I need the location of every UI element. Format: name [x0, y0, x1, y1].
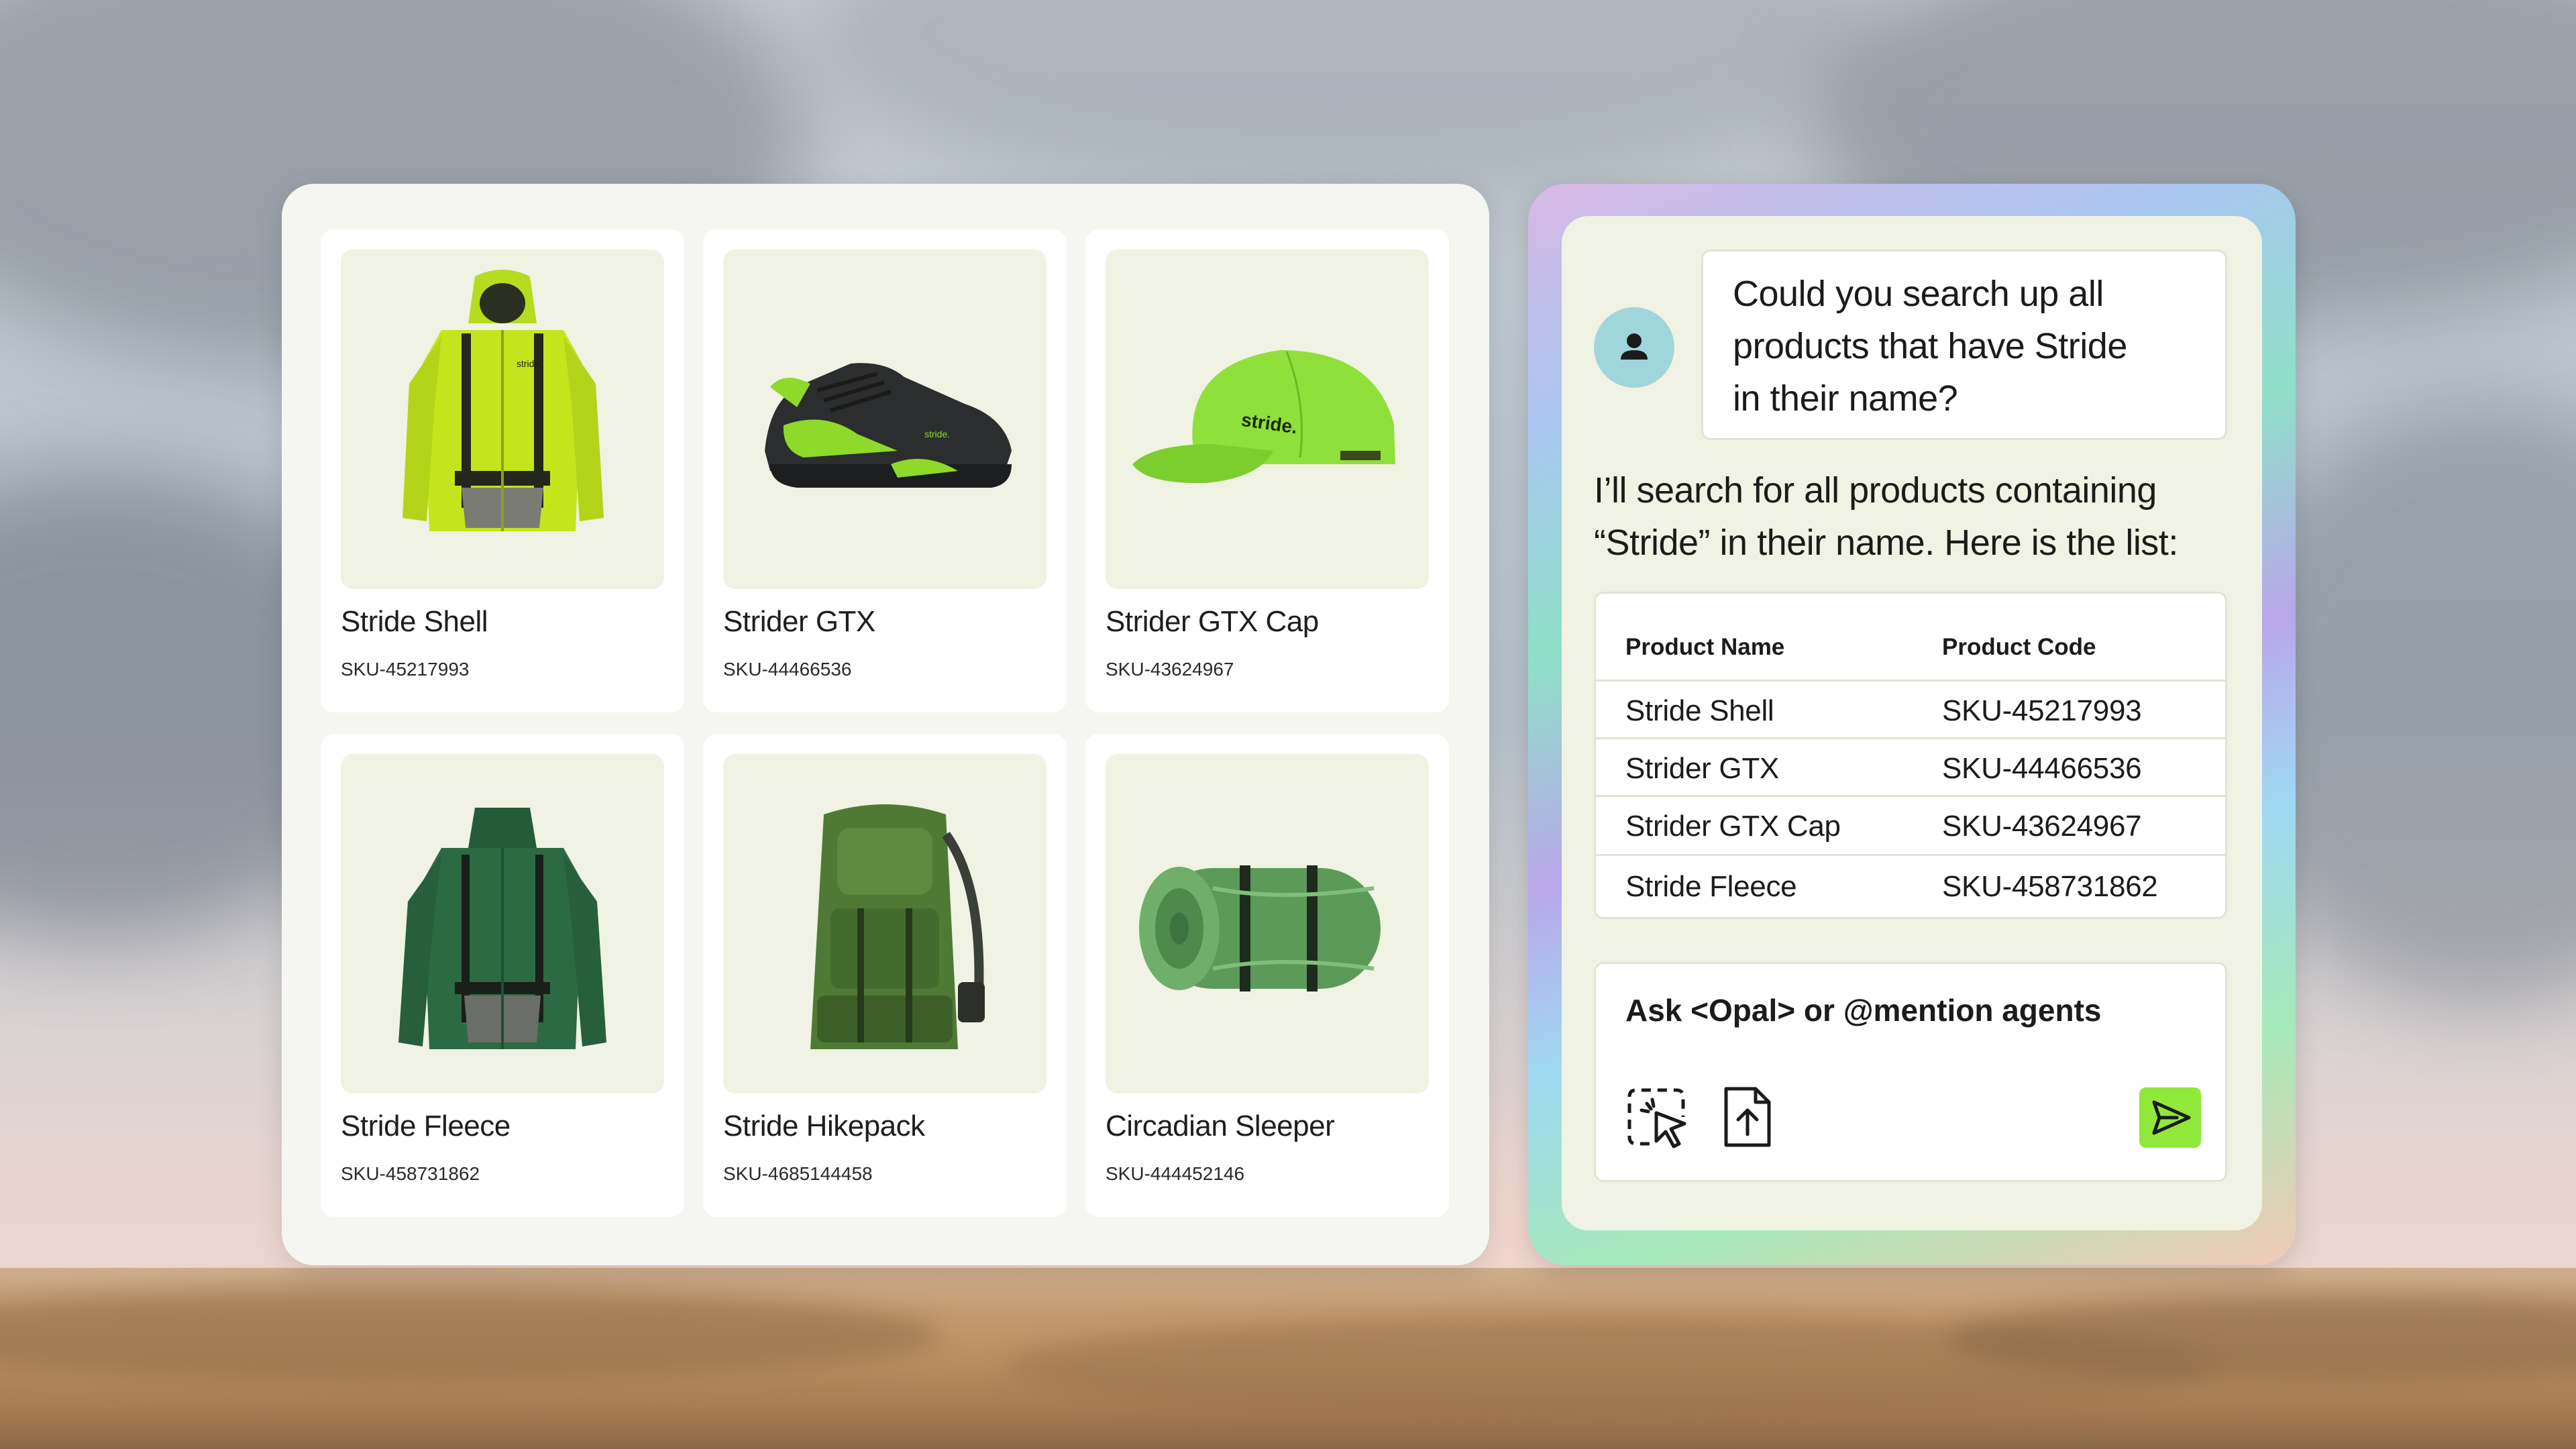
brand-logo: stride. [924, 429, 950, 439]
brand-logo: stride. [517, 358, 542, 369]
results-table: Product Name Product Code Stride Shell S… [1594, 592, 2227, 919]
product-image [341, 754, 664, 1093]
product-card[interactable]: Circadian Sleeper SKU-444452146 [1085, 734, 1449, 1217]
table-divider [1596, 680, 2225, 682]
product-sku: SKU-444452146 [1106, 1163, 1245, 1184]
product-name: Strider GTX [723, 605, 875, 638]
table-cell-name: Stride Fleece [1625, 870, 1797, 903]
product-sku: SKU-4685144458 [723, 1163, 873, 1184]
backpack-icon [810, 804, 985, 1049]
product-name: Stride Fleece [341, 1110, 511, 1142]
product-name: Circadian Sleeper [1106, 1110, 1335, 1142]
table-cell-code: SKU-458731862 [1942, 870, 2158, 903]
send-button[interactable] [2139, 1087, 2201, 1148]
table-divider [1596, 737, 2225, 739]
file-upload-icon[interactable] [1714, 1083, 1781, 1150]
product-card[interactable]: Stride Fleece SKU-458731862 [321, 734, 684, 1217]
chat-panel: Could you search up all products that ha… [1562, 216, 2262, 1230]
user-avatar [1594, 307, 1674, 388]
fleece-jacket-icon [398, 808, 606, 1049]
product-card[interactable]: stride. Stride Shell SKU-45217993 [321, 229, 684, 712]
table-cell-name: Stride Shell [1625, 694, 1774, 727]
product-card[interactable]: stride. Strider GTX Cap SKU-43624967 [1085, 229, 1449, 712]
table-cell-name: Strider GTX [1625, 752, 1779, 785]
table-cell-code: SKU-44466536 [1942, 752, 2142, 785]
table-cell-name: Strider GTX Cap [1625, 810, 1841, 843]
product-name: Strider GTX Cap [1106, 605, 1319, 638]
sleeping-bag-icon [1139, 865, 1381, 991]
cap-icon: stride. [1132, 350, 1395, 484]
product-sku: SKU-43624967 [1106, 659, 1234, 680]
product-sku: SKU-458731862 [341, 1163, 480, 1184]
table-cell-code: SKU-43624967 [1942, 810, 2142, 843]
product-card[interactable]: stride. Strider GTX SKU-44466536 [703, 229, 1067, 712]
user-message-line: in their name? [1733, 378, 1958, 419]
pointer-select-icon[interactable] [1623, 1083, 1690, 1150]
agent-message-line: “Stride” in their name. Here is the list… [1594, 523, 2178, 563]
table-divider [1596, 854, 2225, 856]
table-cell-code: SKU-45217993 [1942, 694, 2142, 727]
trail-shoe-icon: stride. [765, 363, 1012, 488]
user-message-line: products that have Stride [1733, 326, 2127, 366]
product-image [1106, 754, 1429, 1093]
table-header-product-code: Product Code [1942, 634, 2096, 660]
user-icon [1621, 333, 1648, 360]
send-icon [2152, 1100, 2191, 1135]
product-image: stride. [341, 250, 664, 589]
table-header-product-name: Product Name [1625, 634, 1785, 660]
product-image: stride. [1106, 250, 1429, 589]
product-sku: SKU-44466536 [723, 659, 852, 680]
message-composer[interactable]: Ask <Opal> or @mention agents [1594, 962, 2227, 1182]
product-name: Stride Shell [341, 605, 488, 638]
product-card[interactable]: Stride Hikepack SKU-4685144458 [703, 734, 1067, 1217]
product-image: stride. [723, 250, 1046, 589]
user-message-bubble: Could you search up all products that ha… [1701, 250, 2227, 440]
composer-input[interactable]: Ask <Opal> or @mention agents [1625, 992, 2101, 1028]
product-sku: SKU-45217993 [341, 659, 470, 680]
table-divider [1596, 795, 2225, 797]
agent-message-line: I’ll search for all products containing [1594, 470, 2157, 511]
user-message-line: Could you search up all [1733, 274, 2104, 314]
green-rain-jacket-icon: stride. [402, 270, 604, 531]
product-name: Stride Hikepack [723, 1110, 925, 1142]
product-image [723, 754, 1046, 1093]
product-grid-panel: stride. Stride Shell SKU-45217993 stride… [282, 184, 1489, 1265]
